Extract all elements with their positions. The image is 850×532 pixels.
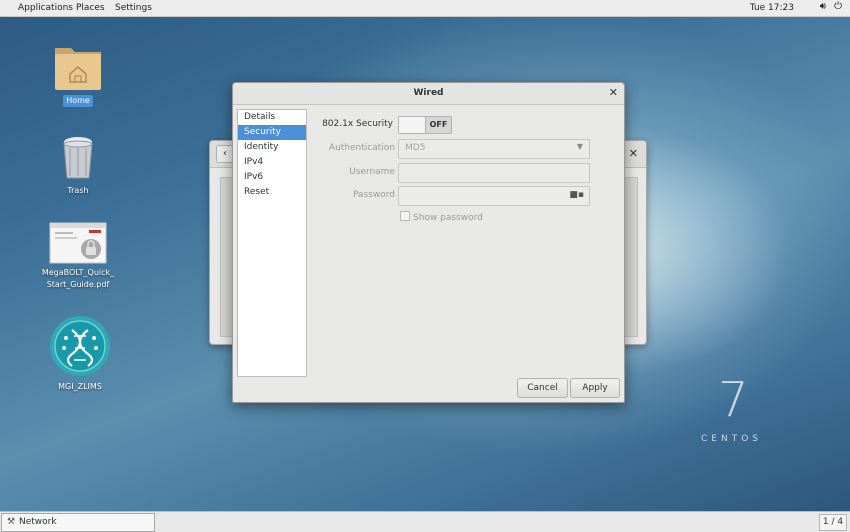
password-label: Password	[352, 190, 395, 200]
wired-dialog: Wired ✕ Details Security Identity IPv4 I…	[232, 82, 625, 403]
sidebar-item-security[interactable]: Security	[238, 125, 306, 140]
desktop-icon-home[interactable]: Home	[44, 42, 112, 107]
authentication-value: MD5	[405, 143, 426, 153]
show-password-checkbox[interactable]: Show password	[400, 211, 483, 223]
power-icon[interactable]: ⏻	[834, 1, 842, 12]
apply-button[interactable]: Apply	[570, 378, 620, 398]
show-password-label: Show password	[413, 213, 483, 223]
dialog-sidebar: Details Security Identity IPv4 IPv6 Rese…	[237, 109, 307, 377]
dialog-title: Wired	[413, 88, 444, 98]
trash-icon	[63, 137, 93, 179]
sidebar-item-reset[interactable]: Reset	[238, 185, 306, 200]
desktop-icon-label: MGI_ZLIMS	[58, 382, 102, 391]
password-field[interactable]: ■▪	[398, 186, 590, 206]
dialog-titlebar: Wired ✕	[233, 83, 624, 105]
authentication-select[interactable]: MD5 ▼	[398, 139, 590, 159]
dna-app-icon	[50, 316, 110, 376]
authentication-label: Authentication	[328, 143, 395, 153]
sidebar-item-ipv6[interactable]: IPv6	[238, 170, 306, 185]
home-folder-icon	[55, 48, 101, 90]
desktop-icon-trash[interactable]: Trash	[44, 134, 112, 197]
taskbar-window-network[interactable]: ⚒ Network	[1, 513, 155, 532]
desktop-icon-mgi-zlims[interactable]: MGI_ZLIMS	[44, 314, 116, 393]
checkbox-box[interactable]	[400, 211, 410, 221]
clock[interactable]: Tue 17:23	[750, 2, 794, 14]
places-menu[interactable]: Places	[76, 2, 105, 14]
desktop-icon-pdf[interactable]: MegaBOLT_Quick_ Start_Guide.pdf	[36, 222, 120, 291]
speaker-icon[interactable]: 🔊︎	[820, 1, 826, 12]
pdf-thumbnail-icon	[49, 222, 107, 264]
centos-logo-text: CENTOS	[701, 434, 762, 444]
password-options-icon[interactable]: ■▪	[569, 190, 584, 200]
toggle-state: OFF	[429, 120, 448, 129]
centos-logo-number: 7	[718, 372, 749, 428]
desktop-icon-label-line1: MegaBOLT_Quick_	[41, 268, 115, 277]
top-bar: Applications Places Settings Tue 17:23 🔊…	[0, 0, 850, 17]
cancel-button[interactable]: Cancel	[517, 378, 568, 398]
security-toggle-label: 802.1x Security	[322, 119, 393, 129]
close-icon[interactable]: ✕	[609, 86, 618, 99]
toggle-knob	[399, 117, 426, 133]
username-label: Username	[349, 167, 395, 177]
close-icon[interactable]: ✕	[629, 147, 638, 160]
applications-menu[interactable]: Applications	[18, 2, 73, 14]
desktop-icon-label: Trash	[67, 186, 89, 195]
settings-menu[interactable]: Settings	[115, 2, 152, 14]
tools-icon: ⚒	[7, 517, 16, 527]
sidebar-item-ipv4[interactable]: IPv4	[238, 155, 306, 170]
sidebar-item-identity[interactable]: Identity	[238, 140, 306, 155]
desktop-icon-label-line2: Start_Guide.pdf	[46, 280, 110, 289]
username-field[interactable]	[398, 163, 590, 183]
desktop-icon-label: Home	[63, 95, 93, 107]
sidebar-item-details[interactable]: Details	[238, 110, 306, 125]
taskbar-window-label: Network	[19, 517, 57, 527]
bottom-taskbar: ⚒ Network 1 / 4	[0, 511, 850, 532]
chevron-down-icon: ▼	[576, 142, 583, 151]
security-toggle-switch[interactable]: OFF	[398, 116, 452, 134]
workspace-pager[interactable]: 1 / 4	[819, 514, 847, 531]
